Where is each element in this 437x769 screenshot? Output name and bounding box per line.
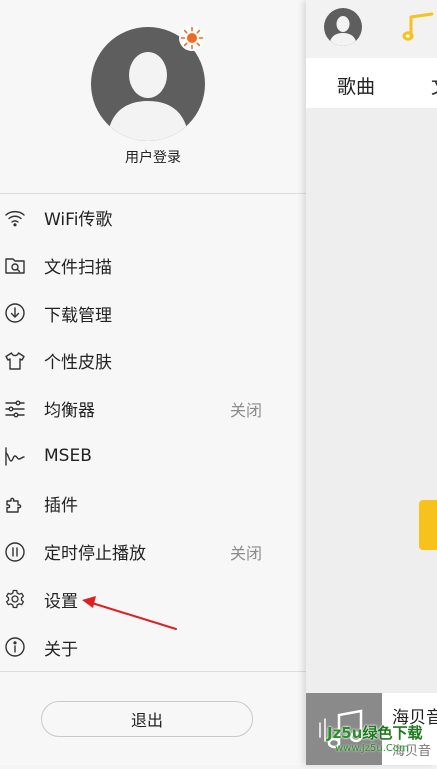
- menu-item-skins[interactable]: 个性皮肤: [0, 337, 306, 385]
- menu-item-label: 下载管理: [44, 305, 112, 326]
- avatar[interactable]: [324, 8, 362, 46]
- menu-item-about[interactable]: 关于: [0, 623, 306, 671]
- menu-item-wifi-transfer[interactable]: WiFi传歌: [0, 194, 306, 242]
- menu-item-label: 个性皮肤: [44, 353, 112, 374]
- now-playing-artist: 海贝音: [392, 744, 432, 759]
- equalizer-status: 关闭: [229, 400, 262, 420]
- mini-player[interactable]: 海贝音 海贝音: [306, 693, 437, 765]
- timer-icon: [4, 541, 26, 563]
- menu-item-mseb[interactable]: MSEB: [0, 432, 306, 480]
- sleep-timer-status: 关闭: [229, 543, 262, 563]
- menu-item-label: WiFi传歌: [44, 210, 113, 231]
- gear-icon: [4, 588, 26, 610]
- user-avatar[interactable]: [91, 25, 205, 141]
- divider: [0, 671, 306, 672]
- main-header: [306, 0, 437, 58]
- music-note-icon[interactable]: [402, 8, 436, 46]
- album-art-icon[interactable]: [306, 693, 382, 765]
- tab-bar: 歌曲 文: [306, 58, 437, 108]
- now-playing-title: 海贝音: [392, 708, 437, 728]
- menu-item-plugins[interactable]: 插件: [0, 480, 306, 528]
- menu-item-label: 设置: [44, 591, 78, 612]
- navigation-drawer: 用户登录 WiFi传歌 文件扫描 下载管理 个性皮肤 均衡器 关闭 MSEB 插…: [0, 0, 306, 765]
- menu-item-label: 定时停止播放: [44, 544, 146, 565]
- main-panel: 歌曲 文 海贝音 海贝音: [306, 0, 437, 765]
- tshirt-icon: [4, 350, 26, 372]
- plugin-icon: [4, 493, 26, 515]
- menu-item-label: 文件扫描: [44, 258, 112, 279]
- download-icon: [4, 302, 26, 324]
- sun-badge-icon[interactable]: [179, 25, 205, 51]
- wifi-icon: [4, 207, 26, 229]
- menu-item-label: 均衡器: [44, 401, 95, 422]
- drawer-menu: WiFi传歌 文件扫描 下载管理 个性皮肤 均衡器 关闭 MSEB 插件 定时停…: [0, 194, 306, 671]
- user-login-link[interactable]: 用户登录: [0, 147, 306, 167]
- menu-item-settings[interactable]: 设置: [0, 576, 306, 624]
- menu-item-label: MSEB: [44, 446, 92, 467]
- equalizer-icon: [4, 398, 26, 420]
- menu-item-sleep-timer[interactable]: 定时停止播放 关闭: [0, 528, 306, 576]
- logout-button[interactable]: 退出: [41, 701, 253, 737]
- floating-action-button[interactable]: [419, 500, 437, 550]
- menu-item-file-scan[interactable]: 文件扫描: [0, 242, 306, 290]
- info-icon: [4, 636, 26, 658]
- menu-item-label: 插件: [44, 496, 78, 517]
- menu-item-equalizer[interactable]: 均衡器 关闭: [0, 385, 306, 433]
- tab-next[interactable]: 文: [431, 72, 437, 99]
- menu-item-label: 关于: [44, 639, 78, 660]
- tab-songs[interactable]: 歌曲: [337, 72, 375, 99]
- scan-icon: [4, 255, 26, 277]
- mseb-icon: [4, 445, 26, 467]
- menu-item-download-manager[interactable]: 下载管理: [0, 289, 306, 337]
